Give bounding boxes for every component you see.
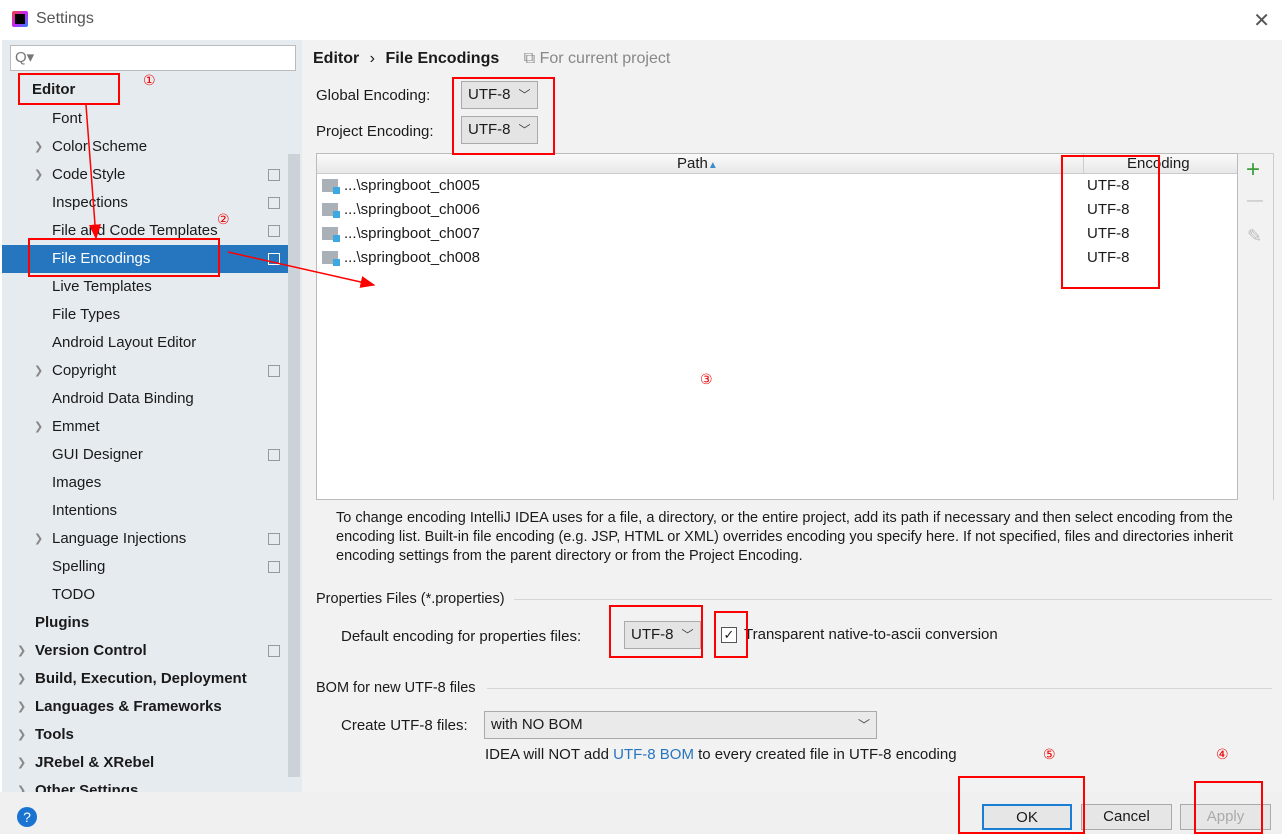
- annotation-number: ⑤: [1043, 746, 1056, 762]
- annotation-number: ③: [700, 371, 713, 387]
- annotation-arrow: [227, 251, 376, 288]
- annotation-arrows: [85, 104, 376, 288]
- annotation-number: ④: [1216, 746, 1229, 762]
- annotation-number: ①: [143, 72, 156, 88]
- annotation-arrow: [85, 104, 101, 240]
- annotation-number: ②: [217, 211, 230, 227]
